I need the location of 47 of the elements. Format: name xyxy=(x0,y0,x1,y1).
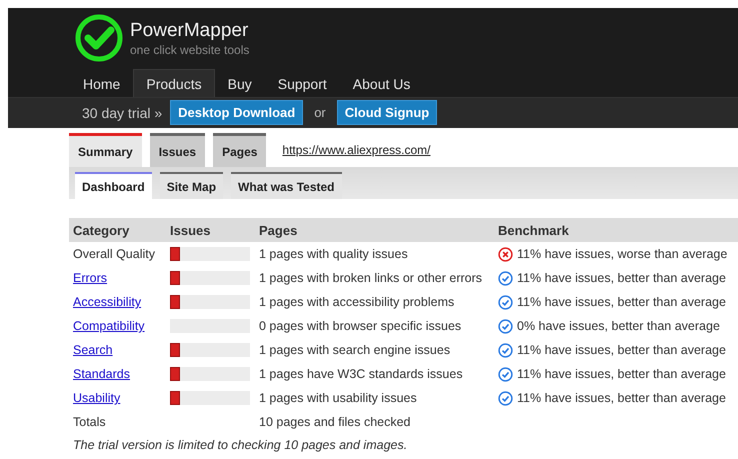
benchmark-text: 11% have issues, better than average xyxy=(517,271,726,285)
column-header: Pages xyxy=(255,218,494,242)
signup-button[interactable]: Cloud Signup xyxy=(336,100,438,126)
tab[interactable]: Pages xyxy=(213,133,266,167)
totals-label: Totals xyxy=(73,415,106,429)
column-header: Benchmark xyxy=(494,218,738,242)
totals-text: 10 pages and files checked xyxy=(259,415,410,429)
benchmark-text: 11% have issues, better than average xyxy=(517,391,726,405)
subtab[interactable]: Site Map xyxy=(160,172,224,199)
benchmark-text: 11% have issues, better than average xyxy=(517,295,726,309)
nav-link[interactable]: Buy xyxy=(214,68,265,97)
benchmark-text: 11% have issues, worse than average xyxy=(517,247,728,261)
trial-note: The trial version is limited to checking 10 pages and images. xyxy=(73,438,408,452)
checkmark-logo-icon xyxy=(74,13,124,64)
separator-text: or xyxy=(314,105,326,120)
tab[interactable]: Issues xyxy=(150,133,206,167)
pages-text: 1 pages have W3C standards issues xyxy=(259,367,463,381)
pages-text: 1 pages with accessibility problems xyxy=(259,295,454,309)
nav-link[interactable]: Support xyxy=(264,68,340,97)
nav-link[interactable]: About Us xyxy=(340,68,424,97)
pages-text: 1 pages with quality issues xyxy=(259,247,408,261)
trial-text: 30 day trial » xyxy=(82,104,162,121)
category-link[interactable]: Search xyxy=(73,343,113,357)
column-header: Category xyxy=(69,218,166,242)
category-link[interactable]: Errors xyxy=(73,271,108,285)
category-link[interactable]: Standards xyxy=(73,367,130,381)
pages-text: 1 pages with usability issues xyxy=(259,391,417,405)
nav-link[interactable]: Products xyxy=(133,68,215,97)
download-button[interactable]: Desktop Download xyxy=(170,100,304,126)
category-link[interactable]: Accessibility xyxy=(73,295,142,309)
subtab[interactable]: What was Tested xyxy=(231,172,342,199)
subtab[interactable]: Dashboard xyxy=(75,172,152,199)
category-label: Overall Quality xyxy=(73,247,155,261)
benchmark-text: 0% have issues, better than average xyxy=(517,319,720,333)
column-header: Issues xyxy=(166,218,255,242)
benchmark-text: 11% have issues, better than average xyxy=(517,367,726,381)
brand-tagline: one click website tools xyxy=(130,42,250,57)
pages-text: 1 pages with search engine issues xyxy=(259,343,450,357)
pages-text: 0 pages with browser specific issues xyxy=(259,319,462,333)
category-link[interactable]: Usability xyxy=(73,391,120,405)
category-link[interactable]: Compatibility xyxy=(73,319,145,333)
pages-text: 1 pages with broken links or other errors xyxy=(259,271,482,285)
nav-link[interactable]: Home xyxy=(70,68,134,97)
site-url-link[interactable]: https://www.aliexpress.com/ xyxy=(282,143,430,157)
brand-name: PowerMapper xyxy=(130,20,250,42)
tab[interactable]: Summary xyxy=(69,133,142,167)
benchmark-text: 11% have issues, better than average xyxy=(517,343,726,357)
